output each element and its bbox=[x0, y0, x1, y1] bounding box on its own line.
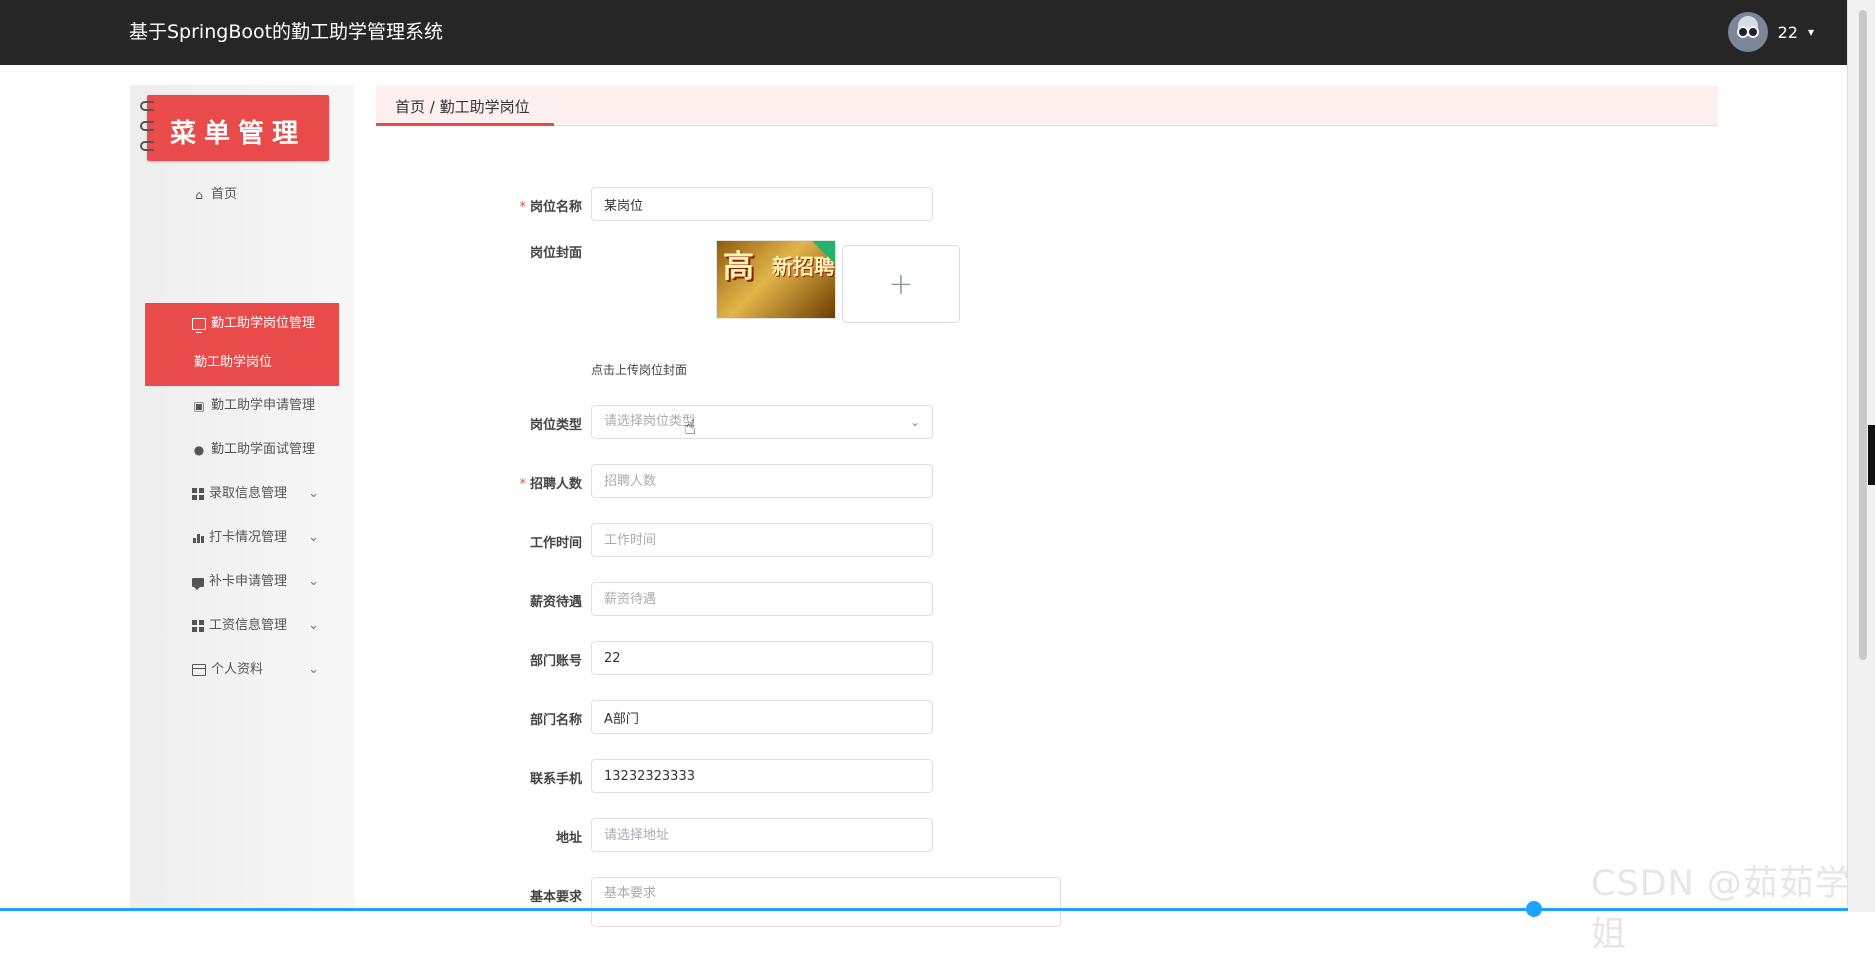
required-marker: * bbox=[519, 200, 526, 215]
plus-icon: + bbox=[888, 266, 914, 302]
sidebar: 菜单管理 ⌂ 首页 勤工助学岗位管理 勤工助学岗位 ▣ 勤工助学申请管理 ● 勤… bbox=[130, 85, 354, 912]
sidebar-item-label: 勤工助学岗位管理 bbox=[211, 316, 316, 331]
sidebar-item-label: 录取信息管理 bbox=[209, 486, 288, 501]
dept-account-input[interactable] bbox=[591, 641, 933, 675]
home-icon: ⌂ bbox=[195, 188, 203, 202]
chevron-down-icon[interactable]: ⌄ bbox=[308, 605, 319, 647]
dept-account-label: 部门账号 bbox=[529, 654, 582, 669]
grid-icon bbox=[192, 620, 204, 632]
chevron-down-icon[interactable]: ⌄ bbox=[910, 406, 920, 438]
sidebar-item-job-management[interactable]: 勤工助学岗位管理 bbox=[145, 303, 339, 345]
hand-cursor-icon: ☝ bbox=[684, 415, 697, 439]
monitor-icon bbox=[192, 318, 206, 333]
active-breadcrumb-underline bbox=[376, 123, 554, 126]
username[interactable]: 22 bbox=[1778, 23, 1798, 42]
sidebar-item-makeup-clock-management[interactable]: 补卡申请管理 ⌄ bbox=[145, 561, 339, 603]
watermark: CSDN @茹茹学姐 bbox=[1591, 864, 1851, 955]
requirements-label: 基本要求 bbox=[529, 890, 582, 905]
sidebar-item-interview-management[interactable]: ● 勤工助学面试管理 bbox=[145, 429, 339, 471]
address-input[interactable] bbox=[591, 818, 933, 852]
sidebar-subitem-jobs[interactable]: 勤工助学岗位 bbox=[194, 351, 272, 370]
progress-line bbox=[0, 908, 1848, 911]
chevron-down-icon[interactable]: ⌄ bbox=[308, 561, 319, 603]
sidebar-item-salary-management[interactable]: 工资信息管理 ⌄ bbox=[145, 605, 339, 647]
phone-label: 联系手机 bbox=[529, 772, 582, 787]
sidebar-item-label: 个人资料 bbox=[211, 662, 264, 677]
job-type-select[interactable]: 请选择岗位类型 ⌄ bbox=[591, 405, 933, 439]
scrollbar-thumb[interactable] bbox=[1859, 10, 1867, 660]
delete-corner-badge[interactable] bbox=[812, 241, 835, 264]
upload-hint: 点击上传岗位封面 bbox=[591, 363, 688, 377]
sidebar-item-label: 勤工助学申请管理 bbox=[211, 398, 316, 413]
sidebar-item-label: 工资信息管理 bbox=[209, 618, 288, 633]
hiring-count-input[interactable] bbox=[591, 464, 933, 498]
menu-heading-banner: 菜单管理 bbox=[140, 95, 329, 161]
active-menu-group: 勤工助学岗位管理 勤工助学岗位 bbox=[145, 303, 339, 386]
sidebar-item-label: 勤工助学面试管理 bbox=[211, 442, 316, 457]
user-icon: ● bbox=[193, 443, 205, 457]
chevron-down-icon[interactable]: ⌄ bbox=[308, 473, 319, 515]
requirements-textarea[interactable] bbox=[591, 877, 1061, 927]
chevron-down-icon[interactable]: ⌄ bbox=[308, 517, 319, 559]
job-type-label: 岗位类型 bbox=[529, 418, 582, 433]
caret-down-icon[interactable]: ▾ bbox=[1808, 25, 1814, 39]
job-type-placeholder: 请选择岗位类型 bbox=[604, 414, 696, 429]
job-form: *岗位名称 岗位封面 高 新招聘 + 点击上传岗位封面 岗位类型 请选择岗位类型… bbox=[500, 187, 1300, 927]
user-avatar[interactable] bbox=[1727, 12, 1768, 52]
progress-dot bbox=[1526, 901, 1542, 917]
bar-chart-icon bbox=[192, 533, 204, 543]
menu-heading: 菜单管理 bbox=[169, 119, 306, 149]
phone-input[interactable] bbox=[591, 759, 933, 793]
chevron-down-icon[interactable]: ⌄ bbox=[308, 649, 319, 691]
sidebar-item-admission-management[interactable]: 录取信息管理 ⌄ bbox=[145, 473, 339, 515]
required-marker: * bbox=[519, 477, 526, 492]
card-icon bbox=[192, 664, 206, 676]
sidebar-item-application-management[interactable]: ▣ 勤工助学申请管理 bbox=[145, 385, 339, 427]
chat-icon bbox=[192, 577, 204, 590]
breadcrumb-text[interactable]: 首页 / 勤工助学岗位 bbox=[395, 96, 530, 117]
salary-label: 薪资待遇 bbox=[529, 595, 582, 610]
job-name-label: * 岗位名称 bbox=[519, 200, 582, 215]
breadcrumb: 首页 / 勤工助学岗位 bbox=[376, 86, 1718, 126]
cover-label: 岗位封面 bbox=[529, 246, 582, 261]
top-bar: 基于SpringBoot的勤工助学管理系统 22 ▾ bbox=[0, 0, 1848, 65]
job-name-input[interactable] bbox=[591, 187, 933, 221]
address-label: 地址 bbox=[555, 831, 582, 846]
hiring-count-label: * 招聘人数 bbox=[519, 477, 582, 492]
upload-add-button[interactable]: + bbox=[842, 245, 960, 323]
salary-input[interactable] bbox=[591, 582, 933, 616]
work-time-label: 工作时间 bbox=[529, 536, 582, 551]
scroll-marker bbox=[1868, 425, 1875, 485]
dept-name-input[interactable] bbox=[591, 700, 933, 734]
page-scrollbar[interactable] bbox=[1847, 0, 1875, 912]
sidebar-item-home[interactable]: ⌂ 首页 bbox=[145, 174, 339, 216]
app-title: 基于SpringBoot的勤工助学管理系统 bbox=[129, 21, 444, 43]
chart-icon: ▣ bbox=[193, 399, 205, 413]
grid-icon bbox=[192, 488, 204, 500]
sidebar-item-clock-in-management[interactable]: 打卡情况管理 ⌄ bbox=[145, 517, 339, 559]
uploaded-cover-image[interactable]: 高 新招聘 bbox=[716, 240, 836, 319]
dept-name-label: 部门名称 bbox=[529, 713, 582, 728]
work-time-input[interactable] bbox=[591, 523, 933, 557]
sidebar-item-label: 首页 bbox=[211, 187, 238, 202]
sidebar-item-profile[interactable]: 个人资料 ⌄ bbox=[145, 649, 339, 691]
sidebar-item-label: 补卡申请管理 bbox=[209, 574, 288, 589]
user-menu[interactable]: 22 ▾ bbox=[1727, 12, 1814, 52]
sidebar-item-label: 打卡情况管理 bbox=[209, 530, 288, 545]
